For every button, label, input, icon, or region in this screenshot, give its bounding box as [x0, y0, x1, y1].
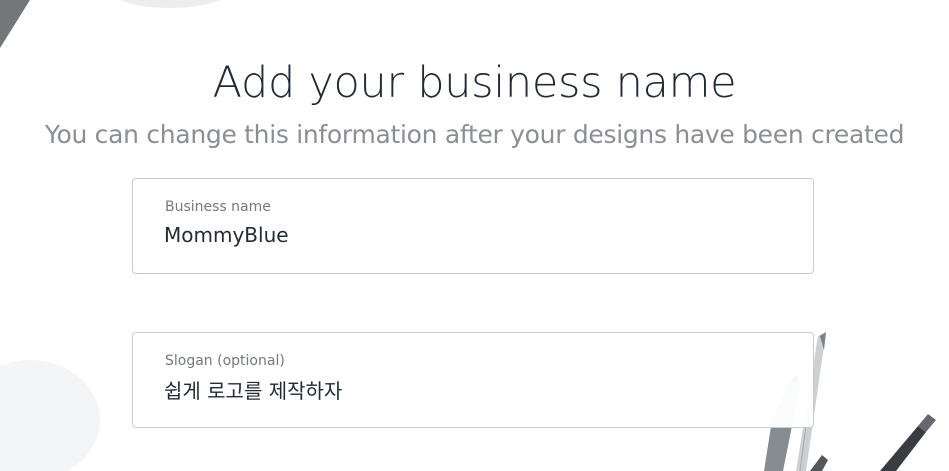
slogan-label: Slogan (optional) — [165, 353, 285, 369]
paper-edge-top-left — [0, 0, 30, 48]
business-name-label: Business name — [165, 199, 271, 215]
page-subtitle: You can change this information after yo… — [44, 120, 905, 149]
page-title: Add your business name — [212, 57, 737, 108]
paper-shadow-bottom-left — [0, 360, 100, 471]
business-name-field[interactable]: Business name — [132, 178, 814, 274]
paper-shadow-top-left — [120, 0, 220, 8]
slogan-field[interactable]: Slogan (optional) — [132, 332, 814, 428]
fountain-pen-icon — [810, 414, 936, 471]
slogan-input[interactable] — [164, 377, 764, 401]
business-name-input[interactable] — [164, 223, 764, 247]
